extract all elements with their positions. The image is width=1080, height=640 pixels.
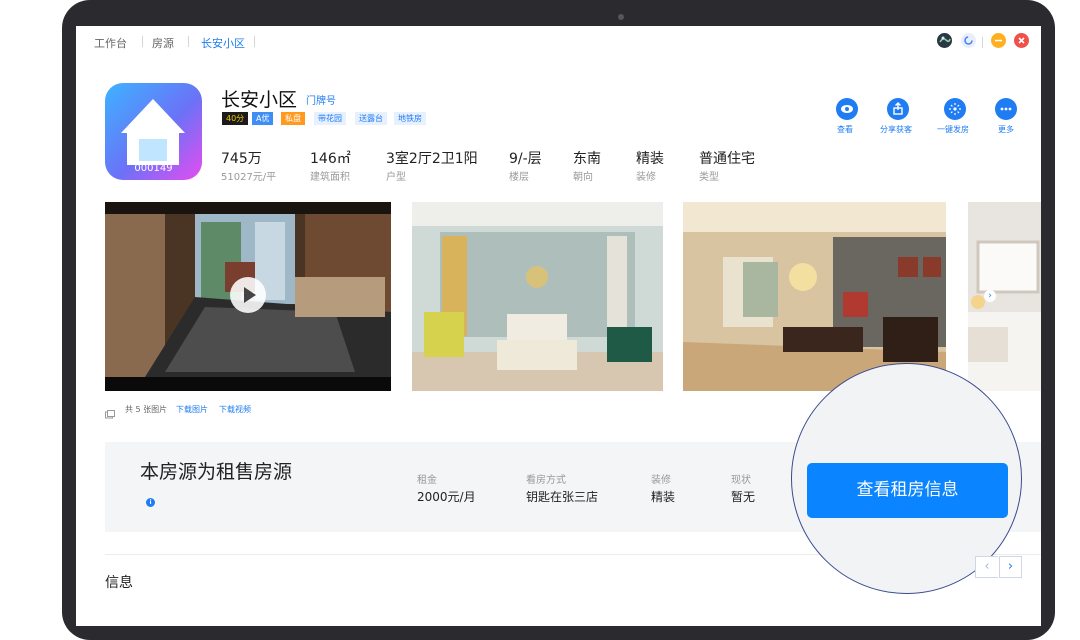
type-label: 类型 xyxy=(699,172,719,183)
layout-label: 户型 xyxy=(386,172,406,183)
page-title: 长安小区 xyxy=(221,89,298,111)
decoration-field-label: 装修 xyxy=(651,475,671,486)
share-label[interactable]: 分享获客 xyxy=(880,124,912,135)
publish-label[interactable]: 一键发房 xyxy=(937,124,969,135)
property-icon: 000149 xyxy=(105,83,202,180)
decoration-value: 精装 xyxy=(636,151,664,167)
broadcast-icon xyxy=(949,103,961,115)
view-label[interactable]: 查看 xyxy=(837,124,853,135)
feature-tag: 地铁房 xyxy=(394,112,426,125)
breadcrumb-separator xyxy=(254,36,255,47)
floor-label: 楼层 xyxy=(509,172,529,183)
grade-badge: A优 xyxy=(252,112,274,125)
viewing-label: 看房方式 xyxy=(526,475,566,486)
area-label: 建筑面积 xyxy=(310,172,350,183)
info-section-title: 信息 xyxy=(105,575,133,591)
minimize-icon[interactable] xyxy=(991,33,1006,48)
type-value: 普通住宅 xyxy=(699,151,755,167)
door-number-link[interactable]: 门牌号 xyxy=(306,92,336,107)
close-icon[interactable] xyxy=(1014,33,1029,48)
prev-page-button[interactable]: ‹ xyxy=(975,556,998,578)
next-page-button[interactable]: › xyxy=(999,556,1022,578)
breadcrumb-listings[interactable]: 房源 xyxy=(152,35,174,51)
camera-dot xyxy=(618,14,624,20)
gallery-image[interactable] xyxy=(412,202,663,391)
rental-heading: 本房源为租售房源 xyxy=(140,461,293,483)
layout-value: 3室2厅2卫1阳 xyxy=(386,151,478,167)
view-rent-info-button[interactable]: 查看租房信息 xyxy=(807,463,1008,518)
breadcrumb-separator xyxy=(188,36,189,47)
decoration-label: 装修 xyxy=(636,172,656,183)
download-images-link[interactable]: 下载图片 xyxy=(176,404,208,415)
property-code: 000149 xyxy=(134,163,173,174)
breadcrumb-separator xyxy=(142,36,143,47)
images-icon xyxy=(105,404,115,419)
view-button[interactable] xyxy=(836,98,858,120)
share-icon xyxy=(893,102,903,115)
breadcrumb-current[interactable]: 长安小区 xyxy=(201,35,245,51)
status-value: 暂无 xyxy=(731,490,756,504)
area-value: 146㎡ xyxy=(310,151,351,167)
rent-label: 租金 xyxy=(417,475,437,486)
avatar[interactable] xyxy=(937,33,952,48)
gallery-image[interactable]: › xyxy=(968,202,1041,391)
orientation-label: 朝向 xyxy=(573,172,593,183)
next-image-icon[interactable]: › xyxy=(984,290,996,302)
score-badge: 40分 xyxy=(222,112,249,125)
feature-tag: 带花园 xyxy=(314,112,346,125)
orientation-value: 东南 xyxy=(573,151,601,167)
decoration-field-value: 精装 xyxy=(651,490,676,504)
price-value: 745万 xyxy=(221,151,262,167)
unit-price-label: 51027元/平 xyxy=(221,172,277,183)
refresh-icon[interactable] xyxy=(961,33,976,48)
more-label[interactable]: 更多 xyxy=(998,124,1014,135)
rent-value: 2000元/月 xyxy=(417,490,476,504)
more-button[interactable] xyxy=(995,98,1017,120)
play-icon[interactable] xyxy=(230,277,266,313)
window-separator xyxy=(982,37,983,48)
feature-tag: 送露台 xyxy=(355,112,387,125)
status-label: 现状 xyxy=(731,475,751,486)
floor-value: 9/-层 xyxy=(509,151,542,167)
viewing-value: 钥匙在张三店 xyxy=(526,490,599,504)
video-thumbnail[interactable] xyxy=(105,202,391,391)
share-button[interactable] xyxy=(887,98,909,120)
breadcrumb-workbench[interactable]: 工作台 xyxy=(94,35,127,51)
image-count: 共 5 张图片 xyxy=(125,405,168,414)
eye-icon xyxy=(841,105,853,113)
more-icon xyxy=(1000,107,1012,111)
private-badge: 私盘 xyxy=(281,112,305,125)
info-icon[interactable]: i xyxy=(146,498,155,507)
download-video-link[interactable]: 下载视频 xyxy=(219,404,251,415)
publish-button[interactable] xyxy=(944,98,966,120)
